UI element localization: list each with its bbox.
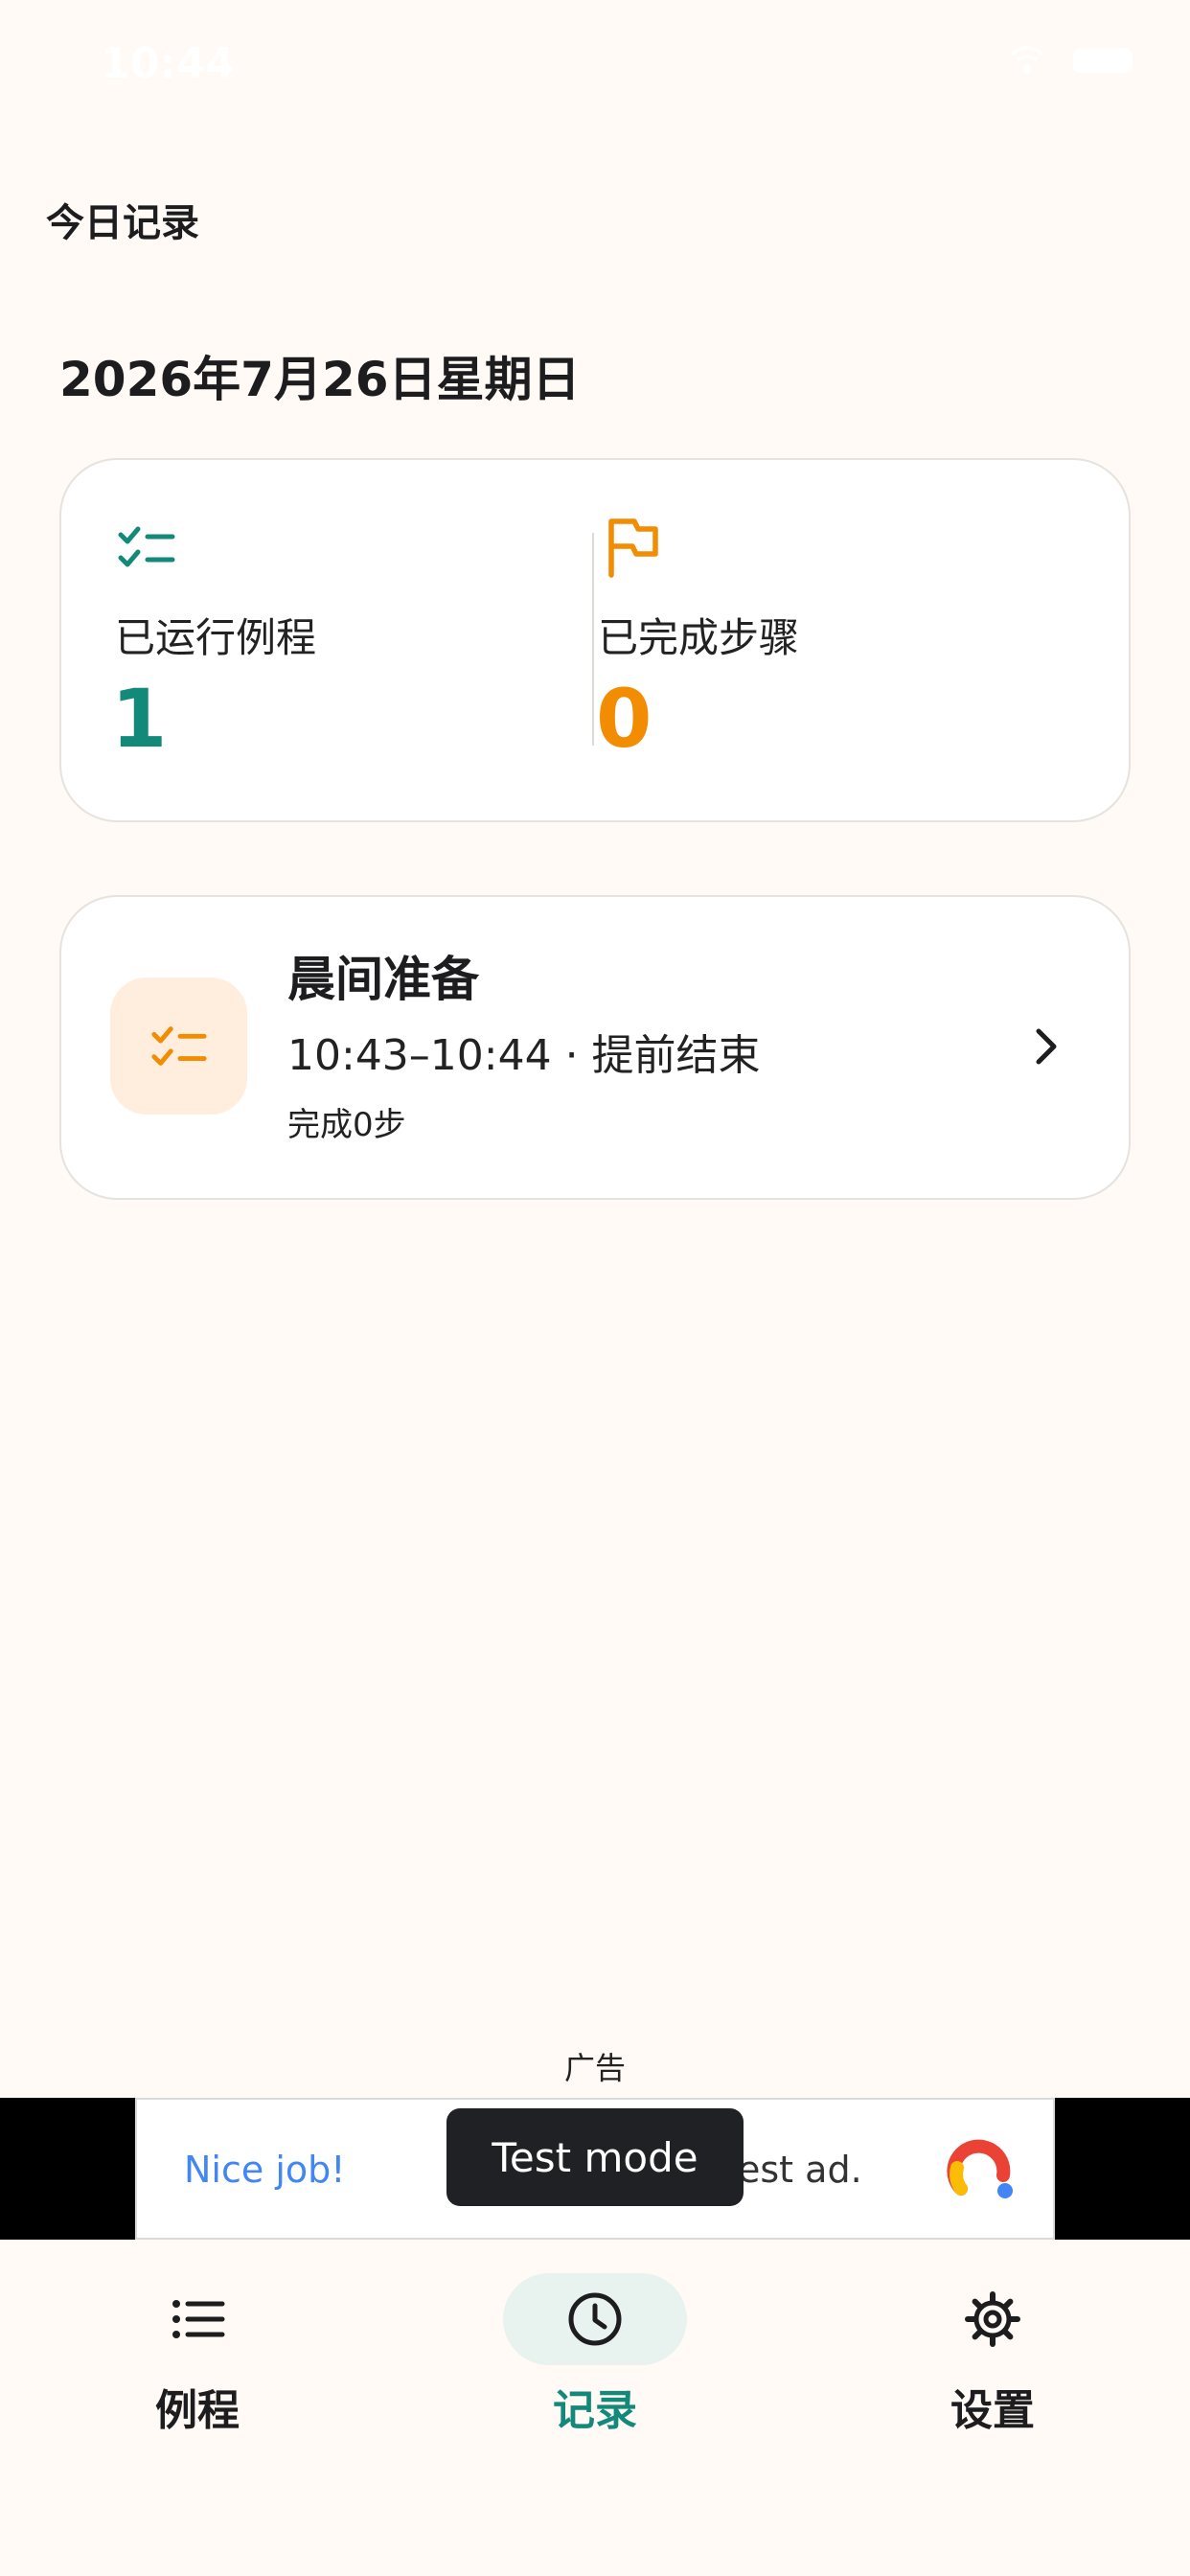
status-time: 10:44: [101, 39, 236, 88]
record-steps: 完成0步: [287, 1106, 406, 1144]
status-icons: [1010, 46, 1133, 75]
record-time: 10:43–10:44 · 提前结束: [287, 1031, 761, 1080]
checklist-icon: [150, 1025, 207, 1066]
test-mode-badge: Test mode: [446, 2108, 744, 2206]
nav-item-records[interactable]: 记录: [475, 2273, 715, 2465]
record-title: 晨间准备: [287, 952, 479, 1007]
steps-completed-value: 0: [596, 672, 652, 766]
steps-completed-label: 已完成步骤: [598, 614, 800, 661]
ad-nice-job-text[interactable]: Nice job!: [184, 2145, 346, 2195]
wifi-icon: [1010, 46, 1044, 73]
flag-icon: [608, 518, 658, 578]
record-icon-tile: [110, 978, 247, 1115]
routines-run-label: 已运行例程: [115, 614, 317, 661]
nav-pill-active: [503, 2273, 687, 2365]
ad-label: 广告: [563, 2050, 626, 2086]
nav-pill: [901, 2273, 1085, 2365]
routines-run-value: 1: [111, 672, 168, 766]
checklist-icon: [118, 526, 175, 567]
nav-label-routines: 例程: [155, 2386, 240, 2435]
nav-label-records: 记录: [553, 2386, 637, 2435]
ad-text[interactable]: est ad.: [738, 2145, 862, 2195]
nav-item-routines[interactable]: 例程: [78, 2273, 317, 2465]
page-title: 今日记录: [46, 201, 199, 245]
summary-divider: [592, 533, 594, 746]
date-title: 2026年7月26日星期日: [59, 352, 581, 407]
ad-logo-icon[interactable]: [944, 2129, 1020, 2206]
list-icon: [172, 2300, 225, 2338]
clock-icon: [568, 2292, 622, 2346]
nav-item-settings[interactable]: 设置: [873, 2273, 1112, 2465]
nav-pill: [105, 2273, 289, 2365]
nav-label-settings: 设置: [950, 2386, 1035, 2435]
chevron-right-icon[interactable]: [1025, 1025, 1067, 1068]
battery-icon: [1073, 48, 1133, 73]
gear-icon: [965, 2291, 1020, 2347]
